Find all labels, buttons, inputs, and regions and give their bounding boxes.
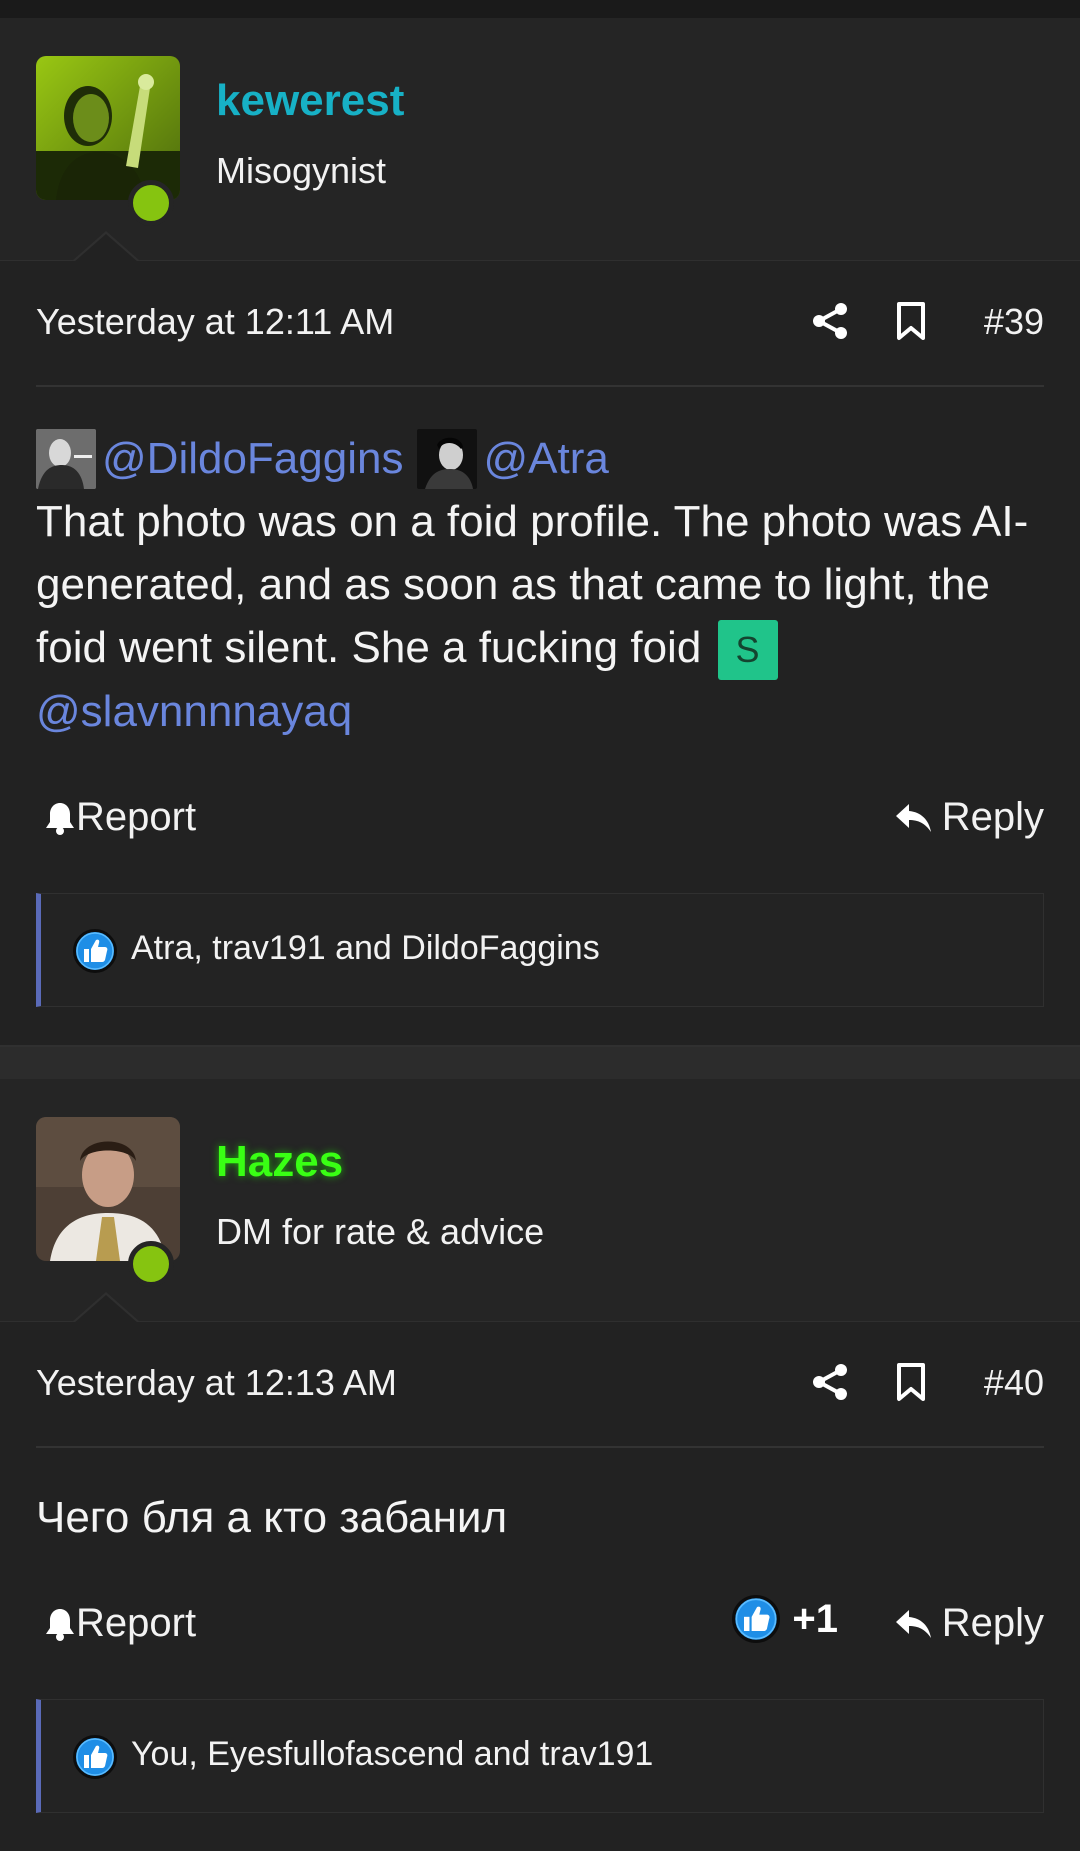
reply-icon bbox=[894, 1606, 934, 1642]
mention-link[interactable]: @Atra bbox=[483, 427, 608, 490]
post-message: Чего бля а кто забанил bbox=[36, 1448, 1044, 1549]
like-icon bbox=[73, 929, 117, 973]
mention-avatar[interactable] bbox=[417, 428, 478, 489]
reactions-list[interactable]: You, Eyesfullofascend and trav191 bbox=[131, 1735, 653, 1774]
post: Hazes DM for rate & advice Yesterday at … bbox=[0, 1079, 1080, 1851]
report-button[interactable]: Report bbox=[44, 795, 196, 840]
report-label: Report bbox=[76, 1601, 197, 1646]
reply-button[interactable]: Reply bbox=[894, 795, 1044, 840]
emoji-badge: S bbox=[717, 620, 778, 681]
bell-icon bbox=[44, 1606, 76, 1642]
message-text: Чего бля а кто забанил bbox=[36, 1493, 508, 1543]
report-label: Report bbox=[76, 795, 197, 840]
user-title: Misogynist bbox=[216, 150, 387, 191]
share-icon[interactable] bbox=[810, 1362, 850, 1402]
mention-link[interactable]: @slavnnnnayaq bbox=[36, 687, 352, 736]
mention-row: @DildoFaggins @Atra bbox=[36, 427, 1044, 490]
like-icon bbox=[73, 1735, 117, 1779]
post-actions: Report Reply bbox=[36, 743, 1044, 893]
bookmark-icon[interactable] bbox=[894, 301, 928, 341]
avatar[interactable] bbox=[36, 56, 180, 200]
post-header: kewerest Misogynist bbox=[0, 18, 1080, 262]
online-status-dot bbox=[128, 1241, 174, 1288]
top-strip bbox=[0, 0, 1080, 18]
share-icon[interactable] bbox=[810, 301, 850, 341]
post-body: Yesterday at 12:13 AM #40 Чего бля а кто… bbox=[0, 1322, 1080, 1851]
post-meta: Yesterday at 12:13 AM #40 bbox=[36, 1322, 1044, 1449]
post-body: Yesterday at 12:11 AM #39 @DildoFaggins bbox=[0, 261, 1080, 1046]
report-button[interactable]: Report bbox=[44, 1601, 196, 1646]
bookmark-icon[interactable] bbox=[894, 1362, 928, 1402]
post-meta: Yesterday at 12:11 AM #39 bbox=[36, 261, 1044, 387]
post-timestamp[interactable]: Yesterday at 12:11 AM bbox=[36, 301, 394, 343]
online-status-dot bbox=[128, 180, 174, 226]
post-actions: Report +1 Reply bbox=[36, 1549, 1044, 1699]
post-timestamp[interactable]: Yesterday at 12:13 AM bbox=[36, 1362, 397, 1404]
username[interactable]: kewerest bbox=[216, 76, 404, 126]
reply-icon bbox=[894, 800, 934, 836]
post-header: Hazes DM for rate & advice bbox=[0, 1079, 1080, 1324]
reaction-summary[interactable]: +1 bbox=[732, 1595, 838, 1643]
mention-link[interactable]: @DildoFaggins bbox=[102, 427, 403, 490]
post-message: @DildoFaggins @Atra That photo was on a … bbox=[36, 387, 1044, 743]
reply-label: Reply bbox=[941, 1601, 1044, 1646]
post: kewerest Misogynist Yesterday at 12:11 A… bbox=[0, 18, 1080, 1046]
reaction-count: +1 bbox=[792, 1596, 838, 1641]
bell-icon bbox=[44, 800, 76, 836]
mention-avatar[interactable] bbox=[36, 428, 96, 489]
message-text: That photo was on a foid profile. The ph… bbox=[36, 497, 1029, 672]
username[interactable]: Hazes bbox=[216, 1137, 343, 1187]
user-title: DM for rate & advice bbox=[216, 1211, 545, 1253]
reply-button[interactable]: Reply bbox=[894, 1601, 1044, 1646]
post-number[interactable]: #39 bbox=[984, 301, 1044, 343]
reply-label: Reply bbox=[941, 795, 1044, 840]
reactions-bar[interactable]: Atra, trav191 and DildoFaggins bbox=[36, 893, 1044, 1008]
avatar[interactable] bbox=[36, 1117, 180, 1262]
like-icon bbox=[732, 1595, 780, 1643]
reactions-bar[interactable]: You, Eyesfullofascend and trav191 bbox=[36, 1699, 1044, 1814]
post-divider bbox=[0, 1045, 1080, 1080]
reactions-list[interactable]: Atra, trav191 and DildoFaggins bbox=[131, 929, 600, 968]
post-number[interactable]: #40 bbox=[984, 1362, 1044, 1404]
